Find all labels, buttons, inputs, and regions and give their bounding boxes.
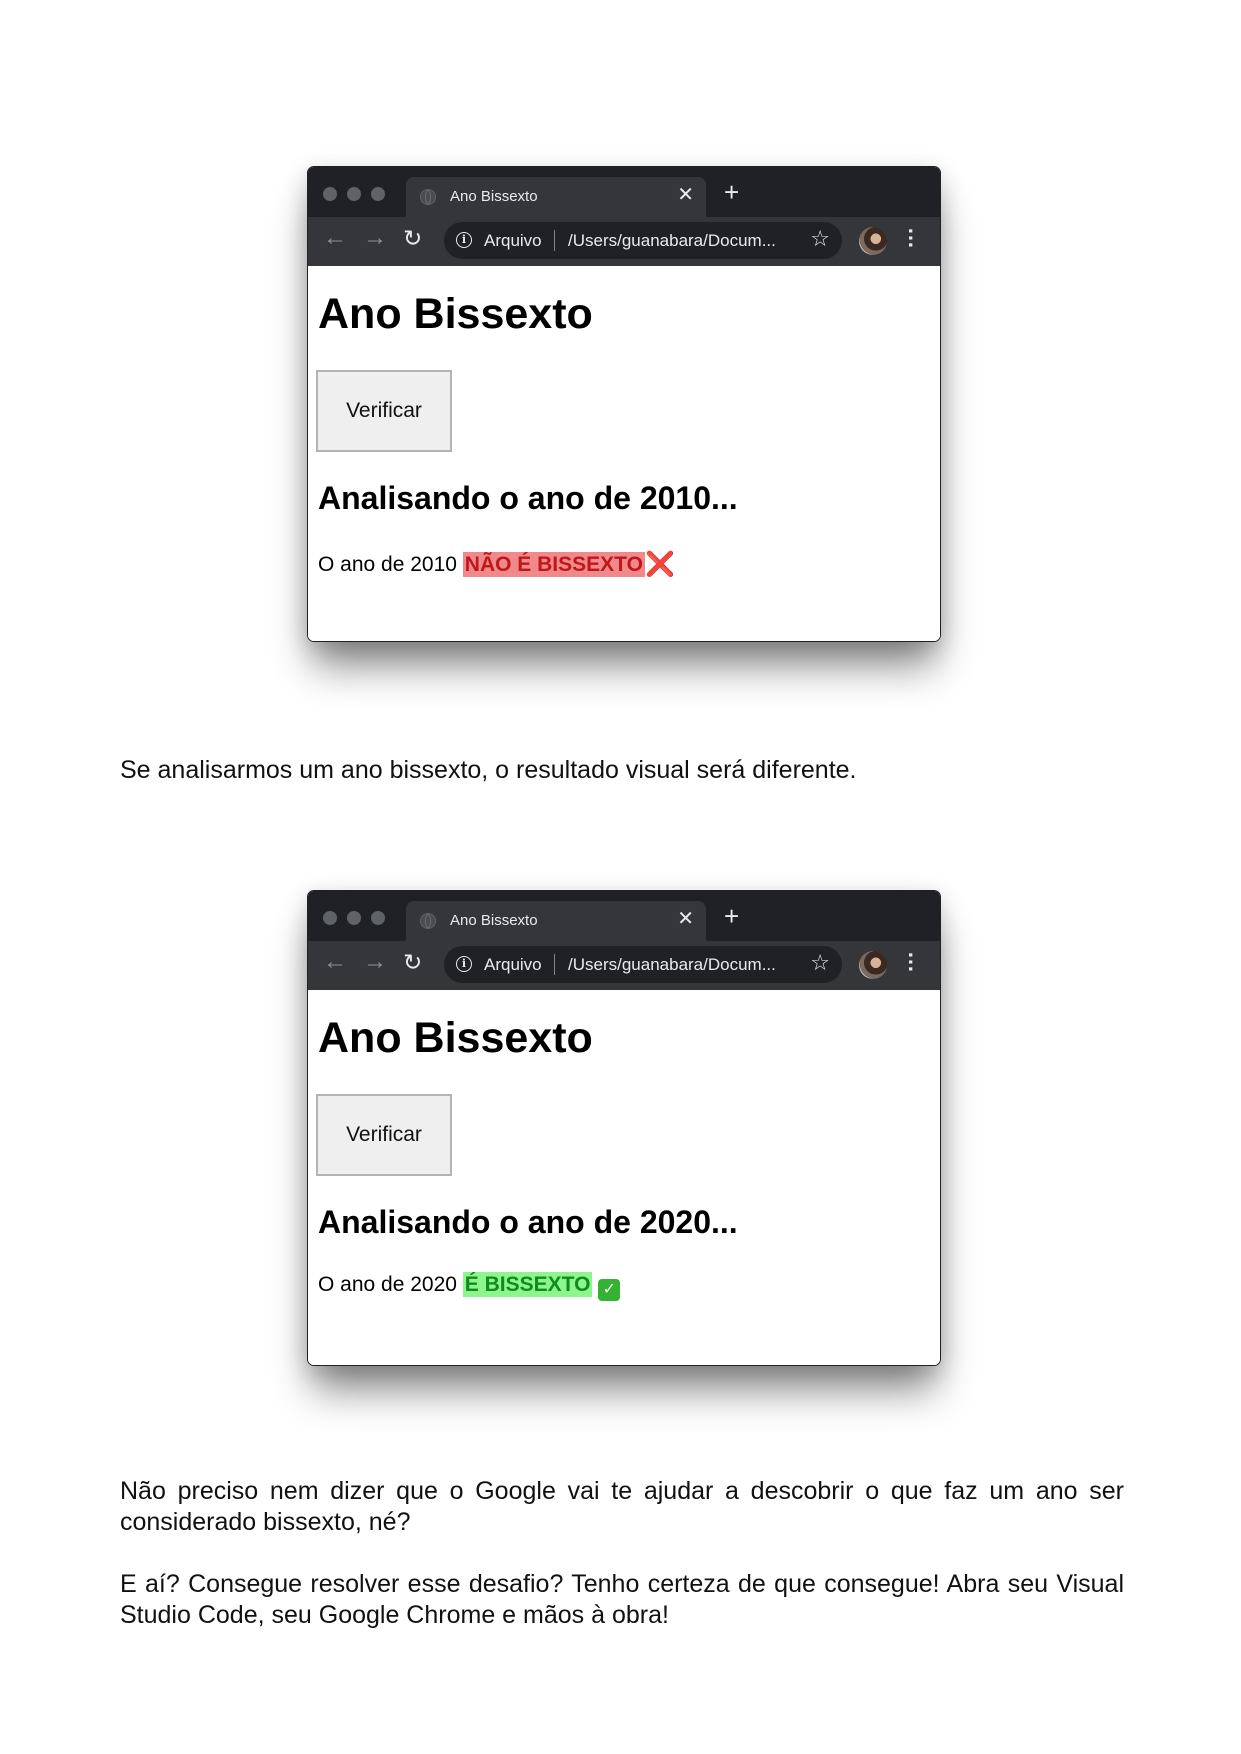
arrow-left-icon[interactable]: ← — [323, 950, 347, 974]
result-line: O ano de 2020 É BISSEXTO ✓ — [318, 1272, 621, 1301]
browser-toolbar: ← → ↻ i Arquivo /Users/guanabara/Docum..… — [308, 217, 940, 266]
zoom-window-button[interactable] — [371, 911, 385, 925]
arrow-left-icon[interactable]: ← — [323, 226, 347, 250]
paragraph: Não preciso nem dizer que o Google vai t… — [120, 1477, 1124, 1536]
url-text[interactable]: /Users/guanabara/Docum... — [568, 955, 776, 975]
kebab-menu-icon[interactable]: … — [904, 227, 929, 245]
tab-ano-bissexto[interactable]: Ano Bissexto ✕ — [406, 901, 706, 941]
page-title: Ano Bissexto — [318, 290, 593, 338]
scheme-label: Arquivo — [484, 231, 542, 250]
close-icon[interactable]: ✕ — [677, 909, 694, 929]
browser-window-leap-year: Ano Bissexto ✕ + ← → ↻ i Arquivo /Users/… — [307, 890, 941, 1366]
reload-icon[interactable]: ↻ — [403, 951, 422, 974]
url-text[interactable]: /Users/guanabara/Docum... — [568, 231, 776, 251]
page-content: Ano Bissexto Verificar Analisando o ano … — [308, 266, 940, 641]
page-content: Ano Bissexto Verificar Analisando o ano … — [308, 990, 940, 1365]
arrow-right-icon[interactable]: → — [363, 226, 387, 250]
analysis-heading: Analisando o ano de 2020... — [318, 1204, 738, 1240]
info-icon[interactable]: i — [456, 232, 472, 248]
status-badge: NÃO É BISSEXTO — [462, 552, 645, 577]
avatar[interactable] — [859, 951, 887, 979]
minimize-window-button[interactable] — [347, 911, 361, 925]
tab-title: Ano Bissexto — [450, 188, 538, 205]
analysis-heading: Analisando o ano de 2010... — [318, 480, 738, 516]
globe-icon — [420, 189, 436, 205]
result-prefix: O ano de 2010 — [318, 553, 457, 576]
close-window-button[interactable] — [323, 911, 337, 925]
reload-icon[interactable]: ↻ — [403, 227, 422, 250]
paragraph: E aí? Consegue resolver esse desafio? Te… — [120, 1570, 1124, 1629]
window-controls — [323, 911, 385, 925]
browser-toolbar: ← → ↻ i Arquivo /Users/guanabara/Docum..… — [308, 941, 940, 990]
verify-button[interactable]: Verificar — [316, 370, 452, 452]
page-title: Ano Bissexto — [318, 1014, 593, 1062]
arrow-right-icon[interactable]: → — [363, 950, 387, 974]
kebab-menu-icon[interactable]: … — [904, 951, 929, 969]
tab-ano-bissexto[interactable]: Ano Bissexto ✕ — [406, 177, 706, 217]
window-controls — [323, 187, 385, 201]
close-window-button[interactable] — [323, 187, 337, 201]
verify-button[interactable]: Verificar — [316, 1094, 452, 1176]
address-bar[interactable]: i Arquivo /Users/guanabara/Docum... ☆ — [444, 222, 842, 259]
star-icon[interactable]: ☆ — [810, 228, 830, 250]
tab-strip: Ano Bissexto ✕ + — [308, 167, 940, 217]
globe-icon — [420, 913, 436, 929]
check-mark-icon: ✓ — [598, 1279, 621, 1301]
cross-mark-icon: ❌ — [644, 551, 675, 578]
tab-title: Ano Bissexto — [450, 912, 538, 929]
result-line: O ano de 2010 NÃO É BISSEXTO❌ — [318, 549, 675, 578]
close-icon[interactable]: ✕ — [677, 185, 694, 205]
browser-window-not-leap-year: Ano Bissexto ✕ + ← → ↻ i Arquivo /Users/… — [307, 166, 941, 642]
minimize-window-button[interactable] — [347, 187, 361, 201]
star-icon[interactable]: ☆ — [810, 952, 830, 974]
paragraph: Se analisarmos um ano bissexto, o result… — [120, 756, 857, 784]
divider — [554, 954, 555, 975]
info-icon[interactable]: i — [456, 956, 472, 972]
plus-icon[interactable]: + — [724, 903, 739, 929]
scheme-label: Arquivo — [484, 955, 542, 974]
divider — [554, 230, 555, 251]
plus-icon[interactable]: + — [724, 179, 739, 205]
status-badge: É BISSEXTO — [462, 1272, 593, 1297]
avatar[interactable] — [859, 227, 887, 255]
zoom-window-button[interactable] — [371, 187, 385, 201]
address-bar[interactable]: i Arquivo /Users/guanabara/Docum... ☆ — [444, 946, 842, 983]
result-prefix: O ano de 2020 — [318, 1273, 457, 1296]
tab-strip: Ano Bissexto ✕ + — [308, 891, 940, 941]
